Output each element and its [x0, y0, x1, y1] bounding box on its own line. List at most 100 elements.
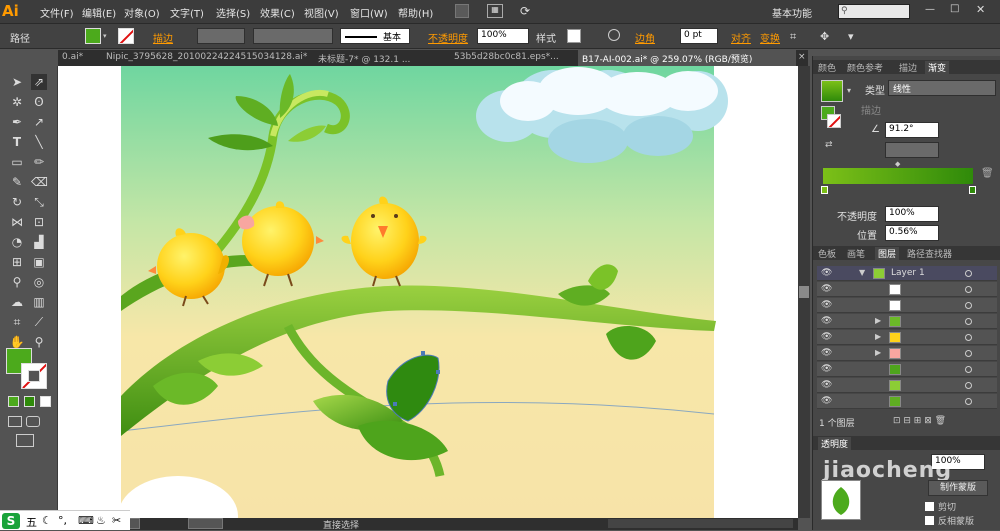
rectangle-tool-icon[interactable]: ▭ [9, 154, 25, 170]
illustration[interactable] [58, 66, 798, 518]
variable-width-field[interactable] [253, 28, 333, 44]
menu-effect[interactable]: 效果(C) [260, 5, 295, 20]
workspace-switcher[interactable]: 基本功能 [772, 5, 812, 20]
target-icon[interactable] [965, 286, 972, 293]
tab-doc-2[interactable]: Nipic_3795628_20100224224515034128.ai* [102, 50, 312, 66]
symbol-sprayer-tool-icon[interactable]: ☁ [9, 294, 25, 310]
pencil-tool-icon[interactable]: ✎ [9, 174, 25, 190]
target-icon[interactable] [965, 398, 972, 405]
selection-tool-icon[interactable]: ➤ [9, 74, 25, 90]
visibility-eye-icon[interactable]: 👁 [821, 332, 832, 342]
sublayer-row[interactable]: 👁 [817, 394, 997, 409]
magic-wand-tool-icon[interactable]: ✲ [9, 94, 25, 110]
tab-gradient[interactable]: 渐变 [925, 61, 950, 74]
sublayer-row[interactable]: 👁 ▶ [817, 346, 997, 361]
slice-tool-icon[interactable]: ⟋ [31, 314, 47, 330]
maximize-icon[interactable]: □ [950, 3, 959, 14]
target-icon[interactable] [965, 366, 972, 373]
aspect-field[interactable] [885, 142, 939, 158]
visibility-eye-icon[interactable]: 👁 [821, 364, 832, 374]
artboard-number-field[interactable] [188, 518, 223, 529]
ime-wubi-icon[interactable]: 五 [26, 514, 37, 530]
corner-field[interactable]: 0 pt [680, 28, 718, 44]
midpoint-diamond-icon[interactable]: ◆ [895, 160, 900, 168]
mesh-tool-icon[interactable]: ⊞ [9, 254, 25, 270]
sublayer-row[interactable]: 👁 [817, 298, 997, 313]
perspective-grid-tool-icon[interactable]: ▟ [31, 234, 47, 250]
tab-doc-1[interactable]: 0.ai* [58, 50, 100, 66]
ime-skin-icon[interactable]: ♨ [96, 514, 106, 527]
clip-checkbox[interactable] [925, 502, 934, 511]
visibility-eye-icon[interactable]: 👁 [821, 300, 832, 310]
gradient-preview[interactable] [821, 80, 843, 102]
stroke-weight-field[interactable] [197, 28, 245, 44]
tab-swatches[interactable]: 色板 [818, 247, 836, 260]
close-tab-icon[interactable]: × [798, 52, 806, 62]
gradient-tool-icon[interactable]: ▣ [31, 254, 47, 270]
curvature-tool-icon[interactable]: ↗ [31, 114, 47, 130]
opacity-field[interactable]: 100% [477, 28, 529, 44]
start-stop[interactable] [821, 186, 828, 194]
tab-layers[interactable]: 图层 [875, 247, 900, 260]
color-mode-icon[interactable] [8, 396, 19, 407]
layer-name[interactable]: Layer 1 [891, 268, 925, 278]
tab-color-guide[interactable]: 颜色参考 [847, 61, 883, 74]
menu-select[interactable]: 选择(S) [216, 5, 250, 20]
lasso-tool-icon[interactable]: ʘ [31, 94, 47, 110]
stroke-swatch[interactable] [118, 28, 134, 44]
target-icon[interactable] [965, 334, 972, 341]
fill-dropdown-icon[interactable]: ▾ [103, 32, 107, 40]
tab-brushes[interactable]: 画笔 [847, 247, 865, 260]
tab-color[interactable]: 颜色 [818, 61, 836, 74]
corner-link[interactable]: 边角 [635, 30, 655, 45]
target-icon[interactable] [965, 302, 972, 309]
visibility-eye-icon[interactable]: 👁 [821, 284, 832, 294]
sublayer-row[interactable]: 👁 ▶ [817, 330, 997, 345]
zoom-tool-icon[interactable]: ⚲ [31, 334, 47, 350]
fill-swatch[interactable] [85, 28, 101, 44]
target-icon[interactable] [965, 318, 972, 325]
expand-icon[interactable]: ▶ [875, 348, 881, 357]
tab-transparency[interactable]: 透明度 [818, 437, 852, 450]
sublayer-row[interactable]: 👁 ▶ [817, 314, 997, 329]
delete-stop-icon[interactable]: 🗑 [981, 168, 994, 179]
tab-doc-active[interactable]: B17-AI-002.ai* @ 259.07% (RGB/预览) [578, 50, 796, 66]
reflect-icon[interactable]: ⌗ [790, 30, 796, 44]
menu-type[interactable]: 文字(T) [170, 5, 204, 20]
gradient-mode-icon[interactable] [24, 396, 35, 407]
visibility-eye-icon[interactable]: 👁 [821, 348, 832, 358]
canvas-area[interactable] [58, 66, 798, 518]
arrange-documents-icon[interactable]: ▦ [487, 4, 503, 18]
ime-moon-icon[interactable]: ☾ [42, 514, 52, 527]
ime-logo-icon[interactable]: S [2, 513, 20, 529]
gradient-opacity-field[interactable]: 100% [885, 206, 939, 222]
draw-behind-icon[interactable] [26, 416, 40, 427]
visibility-eye-icon[interactable]: 👁 [821, 396, 832, 406]
transform-link[interactable]: 变换 [760, 30, 780, 45]
stroke-color-swatch[interactable] [21, 363, 47, 389]
ime-punct-icon[interactable]: °, [58, 514, 67, 527]
reverse-gradient-icon[interactable]: ⇄ [825, 140, 833, 150]
screen-mode-icon[interactable] [16, 434, 34, 447]
free-transform-tool-icon[interactable]: ⊡ [31, 214, 47, 230]
ime-keyboard-icon[interactable]: ⌨ [78, 514, 94, 527]
expand-icon[interactable]: ▶ [875, 316, 881, 325]
graph-tool-icon[interactable]: ▥ [31, 294, 47, 310]
pen-tool-icon[interactable]: ✒ [9, 114, 25, 130]
ime-tools-icon[interactable]: ✂ [112, 514, 121, 527]
width-tool-icon[interactable]: ⋈ [9, 214, 25, 230]
rotate-tool-icon[interactable]: ↻ [9, 194, 25, 210]
visibility-eye-icon[interactable]: 👁 [821, 316, 832, 326]
eyedropper-tool-icon[interactable]: ⚲ [9, 274, 25, 290]
expand-icon[interactable]: ▼ [859, 268, 865, 277]
menu-window[interactable]: 窗口(W) [350, 5, 388, 20]
menu-edit[interactable]: 编辑(E) [82, 5, 116, 20]
menu-object[interactable]: 对象(O) [124, 5, 160, 20]
sync-icon[interactable]: ⟳ [520, 4, 530, 18]
expand-icon[interactable]: ▶ [875, 332, 881, 341]
shape-builder-tool-icon[interactable]: ◔ [9, 234, 25, 250]
tab-stroke[interactable]: 描边 [899, 61, 917, 74]
search-input[interactable]: ⚲ [838, 4, 910, 19]
gradient-dropdown-icon[interactable]: ▾ [847, 86, 851, 95]
brush-field[interactable]: 基本 [340, 28, 410, 44]
